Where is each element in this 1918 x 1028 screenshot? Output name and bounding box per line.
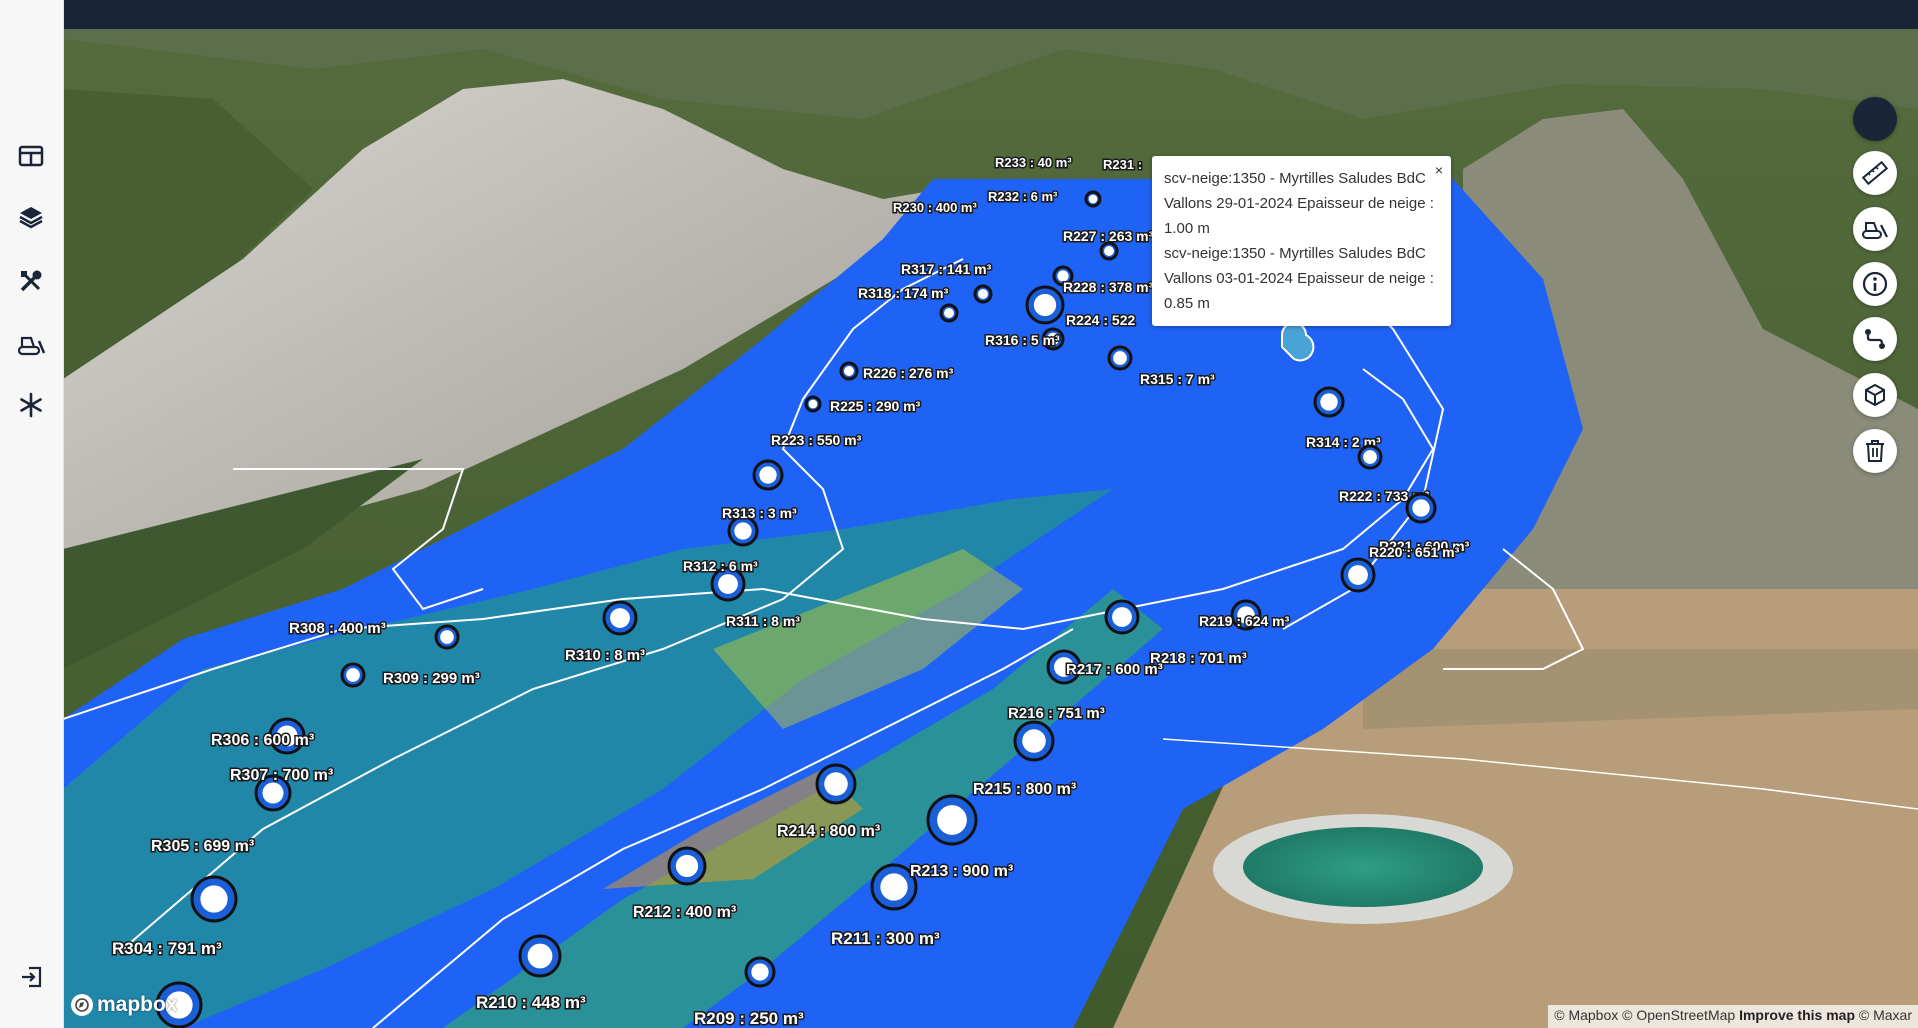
reservoir-label: R217 : 600 m³	[1066, 661, 1163, 678]
reservoir-label: R214 : 800 m³	[777, 823, 880, 840]
sidebar	[0, 0, 64, 1028]
terrain-3d-view: R233 : 40 m³ R231 : R232 : 6 m³ R230 : 400 …	[63, 29, 1918, 1028]
attribution-mapbox[interactable]: © Mapbox	[1554, 1007, 1618, 1023]
popup-line: Vallons 29-01-2024 Epaisseur de neige :	[1164, 195, 1434, 212]
mapbox-logo[interactable]: mapbox	[71, 993, 178, 1017]
reservoir-label: R210 : 448 m³	[476, 993, 586, 1012]
popup-line: Vallons 03-01-2024 Epaisseur de neige :	[1164, 270, 1434, 287]
reservoir-label: R315 : 7 m³	[1140, 371, 1215, 387]
reservoir-marker[interactable]	[1313, 386, 1345, 418]
reservoir-marker[interactable]	[190, 875, 238, 923]
reservoir-label: R216 : 751 m³	[1008, 705, 1105, 722]
popup-line: 1.00 m	[1164, 220, 1210, 237]
reservoir-marker[interactable]	[973, 284, 993, 304]
attribution-osm[interactable]: © OpenStreetMap	[1622, 1007, 1735, 1023]
snowflake-icon[interactable]	[12, 386, 50, 424]
reservoir-marker[interactable]	[434, 624, 460, 650]
reservoir-label: R310 : 8 m³	[565, 647, 645, 664]
ruler-icon[interactable]	[1853, 151, 1897, 195]
popup-line: scv-neige:1350 - Myrtilles Saludes BdC	[1164, 170, 1426, 187]
route-icon[interactable]	[1853, 317, 1897, 361]
popup-line: 0.85 m	[1164, 295, 1210, 312]
feature-popup: × scv-neige:1350 - Myrtilles Saludes BdC…	[1152, 156, 1451, 326]
reservoir-marker[interactable]	[518, 934, 562, 978]
trash-icon[interactable]	[1853, 429, 1897, 473]
reservoir-marker[interactable]	[815, 763, 857, 805]
cube-3d-icon[interactable]	[1853, 373, 1897, 417]
layout-icon[interactable]	[12, 137, 50, 175]
reservoir-label: R313 : 3 m³	[722, 505, 797, 521]
reservoir-label: R218 : 701 m³	[1150, 650, 1247, 667]
reservoir-marker[interactable]	[727, 515, 759, 547]
reservoir-marker[interactable]	[1405, 492, 1437, 524]
map-view[interactable]: R233 : 40 m³ R231 : R232 : 6 m³ R230 : 400 …	[63, 29, 1918, 1028]
reservoir-label: R227 : 263 m³	[1063, 228, 1154, 244]
reservoir-label: R305 : 699 m³	[151, 838, 254, 855]
reservoir-marker[interactable]	[1104, 599, 1140, 635]
reservoir-label: R220 : 651 m³	[1369, 544, 1460, 560]
reservoir-label: R308 : 400 m³	[289, 620, 386, 637]
reservoir-marker[interactable]	[804, 395, 822, 413]
reservoir-label: R306 : 600 m³	[211, 732, 314, 749]
reservoir-label: R312 : 6 m³	[683, 558, 758, 574]
reservoir-marker[interactable]	[667, 846, 707, 886]
reservoir-marker[interactable]	[1013, 720, 1055, 762]
reservoir-label: R224 : 522	[1066, 312, 1135, 328]
mapbox-logo-text: mapbox	[97, 993, 178, 1016]
close-icon[interactable]: ×	[1435, 158, 1443, 183]
reservoir-label: R223 : 550 m³	[771, 432, 862, 448]
popup-line: scv-neige:1350 - Myrtilles Saludes BdC	[1164, 245, 1426, 262]
reservoir-marker[interactable]	[1340, 557, 1376, 593]
reservoir-label: R228 : 378 m³	[1063, 279, 1154, 295]
reservoir-label: R233 : 40 m³	[995, 155, 1072, 170]
reservoir-marker[interactable]	[744, 956, 776, 988]
improve-map-link[interactable]: Improve this map	[1739, 1007, 1855, 1023]
reservoir-label: R231 :	[1103, 157, 1142, 172]
reservoir-label: R309 : 299 m³	[383, 670, 480, 687]
map-attribution: © Mapbox © OpenStreetMap Improve this ma…	[1548, 1005, 1918, 1028]
reservoir-label: R215 : 800 m³	[973, 781, 1076, 798]
reservoir-label: R225 : 290 m³	[830, 398, 921, 414]
reservoir-label: R307 : 700 m³	[230, 767, 333, 784]
snowcat-icon[interactable]	[12, 325, 50, 363]
reservoir-marker[interactable]	[1084, 190, 1102, 208]
reservoir-label: R219 : 624 m³	[1199, 613, 1290, 629]
reservoir-label: R226 : 276 m³	[863, 365, 954, 381]
reservoir-marker[interactable]	[926, 794, 978, 846]
top-bar	[63, 0, 1918, 29]
reservoir-marker[interactable]	[1099, 241, 1119, 261]
logout-icon[interactable]	[12, 958, 50, 996]
reservoir-label: R232 : 6 m³	[988, 189, 1058, 204]
reservoir-marker[interactable]	[340, 662, 366, 688]
reservoir-label: R209 : 250 m³	[694, 1009, 804, 1028]
reservoir-label: R318 : 174 m³	[858, 285, 949, 301]
reservoir-marker[interactable]	[752, 459, 784, 491]
mapbox-logo-icon	[71, 994, 93, 1016]
reservoir-marker[interactable]	[1357, 444, 1383, 470]
reservoir-marker[interactable]	[602, 600, 638, 636]
reservoir-marker[interactable]	[939, 303, 959, 323]
reservoir-marker[interactable]	[839, 361, 859, 381]
reservoir-marker[interactable]	[1025, 285, 1065, 325]
reservoir-label: R304 : 791 m³	[112, 939, 222, 958]
reservoir-label: R230 : 400 m³	[893, 200, 977, 215]
layers-icon[interactable]	[12, 198, 50, 236]
tools-icon[interactable]	[12, 262, 50, 300]
reservoir-label: R317 : 141 m³	[901, 261, 992, 277]
reservoir-label: R213 : 900 m³	[910, 863, 1013, 880]
reservoir-label: R316 : 5 m³	[985, 332, 1060, 348]
attribution-maxar[interactable]: © Maxar	[1859, 1007, 1912, 1023]
account-icon[interactable]	[1853, 97, 1897, 141]
reservoir-marker[interactable]	[1107, 345, 1133, 371]
reservoir-label: R211 : 300 m³	[831, 929, 940, 948]
reservoir-label: R311 : 8 m³	[726, 613, 800, 629]
info-icon[interactable]	[1853, 262, 1897, 306]
snow-groomer-icon[interactable]	[1853, 207, 1897, 251]
reservoir-label: R212 : 400 m³	[633, 904, 736, 921]
